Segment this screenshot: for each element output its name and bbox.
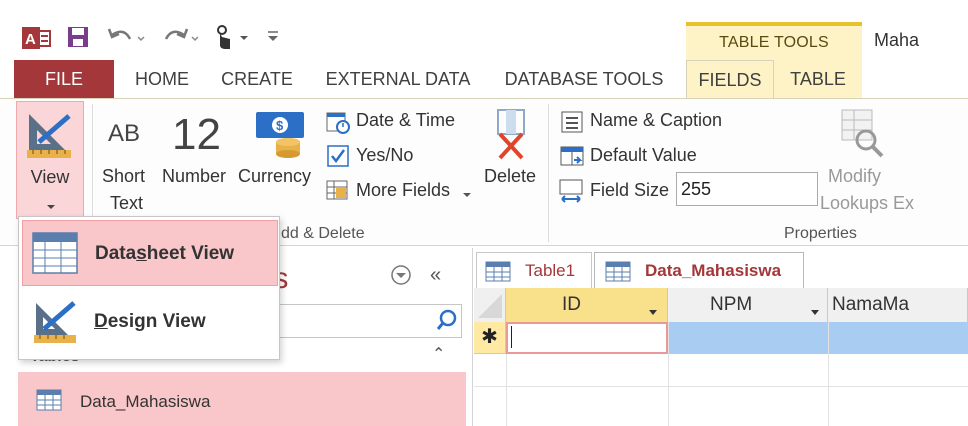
more-fields-icon <box>326 178 350 207</box>
currency-button[interactable]: Currency <box>238 166 311 187</box>
tab-data-mahasiswa[interactable]: Data_Mahasiswa <box>594 252 804 288</box>
access-logo-icon: A <box>22 25 52 56</box>
short-text-label-1[interactable]: Short <box>102 166 145 187</box>
ribbon-separator <box>548 104 549 242</box>
select-all-corner[interactable] <box>474 288 506 322</box>
more-fields-button[interactable]: More Fields <box>356 180 450 201</box>
tab-database-tools[interactable]: DATABASE TOOLS <box>494 60 674 98</box>
modify-lookups-label-1[interactable]: Modify <box>828 166 881 187</box>
collapse-group-icon[interactable]: ⌃ <box>432 344 445 364</box>
menu-accelerator-key: s <box>136 243 147 264</box>
menu-item-label: Datasheet View <box>95 243 234 265</box>
view-button[interactable]: View <box>16 101 84 219</box>
default-value-icon <box>560 144 586 175</box>
date-time-button[interactable]: Date & Time <box>356 110 455 131</box>
delete-icon <box>494 108 534 167</box>
menu-accelerator-key: D <box>94 311 108 332</box>
tab-create[interactable]: CREATE <box>214 60 300 98</box>
number-button[interactable]: Number <box>162 166 226 187</box>
tab-table[interactable]: TABLE <box>774 60 862 98</box>
field-size-icon <box>558 178 586 209</box>
tab-file[interactable]: FILE <box>14 60 114 98</box>
context-group-label: TABLE TOOLS <box>719 34 829 51</box>
name-caption-button[interactable]: Name & Caption <box>590 110 722 131</box>
view-dropdown-menu: Datasheet View Design View <box>18 216 280 360</box>
group-label-add-delete: dd & Delete <box>281 225 365 242</box>
yes-no-button[interactable]: Yes/No <box>356 145 413 166</box>
default-value-button[interactable]: Default Value <box>590 145 697 166</box>
redo-icon[interactable] <box>160 25 200 54</box>
modify-lookups-label-2[interactable]: Lookups Ex <box>820 193 914 214</box>
column-header-id[interactable]: ID <box>506 288 668 322</box>
table-icon <box>485 261 511 288</box>
undo-icon[interactable] <box>106 25 146 54</box>
nav-search-input[interactable] <box>250 304 462 338</box>
field-size-label: Field Size <box>590 180 670 200</box>
currency-icon: $ <box>254 108 308 165</box>
grid-line <box>506 354 507 426</box>
save-icon[interactable] <box>66 25 90 54</box>
chevron-down-icon <box>462 186 472 204</box>
svg-text:A: A <box>25 31 36 48</box>
text-cursor <box>511 326 512 348</box>
name-caption-icon <box>560 110 584 139</box>
window-title: Maha <box>874 30 920 50</box>
chevron-down-icon[interactable] <box>810 301 820 323</box>
chevron-down-icon[interactable] <box>648 301 658 323</box>
tab-external-data[interactable]: EXTERNAL DATA <box>314 60 482 98</box>
nav-options-icon[interactable] <box>390 264 412 291</box>
delete-button[interactable]: Delete <box>484 166 536 187</box>
menu-item-design-view[interactable]: Design View <box>22 289 278 355</box>
table-tools-context-header: TABLE TOOLS <box>686 22 862 60</box>
search-icon[interactable] <box>436 308 460 337</box>
tab-fields[interactable]: FIELDS <box>686 60 774 98</box>
date-time-icon <box>326 110 350 139</box>
id-cell-input[interactable] <box>506 322 668 354</box>
design-view-icon <box>25 110 75 165</box>
new-record-selector[interactable]: ✱ <box>474 322 506 354</box>
nav-item-label: Data_Mahasiswa <box>80 392 211 411</box>
column-header-label: ID <box>562 294 581 315</box>
grid-line <box>474 386 968 387</box>
table-icon <box>36 388 62 417</box>
modify-lookups-icon <box>836 108 886 165</box>
menu-label-part: Data <box>95 243 137 264</box>
checkbox-icon <box>326 144 350 173</box>
table-icon <box>605 261 631 288</box>
touch-mode-icon[interactable] <box>212 25 252 56</box>
short-text-label-2[interactable]: Text <box>110 193 143 214</box>
view-button-label: View <box>30 167 70 187</box>
grid-line <box>668 322 669 426</box>
collapse-pane-icon[interactable]: « <box>430 264 441 287</box>
svg-text:$: $ <box>276 118 284 133</box>
tab-table1[interactable]: Table1 <box>476 252 592 288</box>
menu-label-part: esign View <box>107 311 206 332</box>
menu-item-label: Design View <box>94 311 206 333</box>
menu-item-datasheet-view[interactable]: Datasheet View <box>22 220 278 286</box>
short-text-icon: AB <box>108 120 141 147</box>
menu-label-part: heet View <box>146 243 235 264</box>
column-header-label: NamaMa <box>832 294 910 315</box>
chevron-down-icon <box>46 198 56 216</box>
design-view-icon <box>32 299 80 350</box>
column-header-namamahasiswa[interactable]: NamaMa <box>828 288 968 322</box>
datasheet-view-icon <box>31 231 79 280</box>
number-icon: 12 <box>172 110 221 159</box>
field-size-input[interactable] <box>676 172 818 206</box>
doctab-label: Data_Mahasiswa <box>645 261 782 280</box>
customize-qat-icon[interactable] <box>266 25 280 50</box>
column-header-label: NPM <box>710 294 753 315</box>
tab-home[interactable]: HOME <box>126 60 198 98</box>
grid-line <box>828 322 829 426</box>
column-header-npm[interactable]: NPM <box>668 288 828 322</box>
group-label-properties: Properties <box>784 225 857 242</box>
doctab-label: Table1 <box>525 261 576 280</box>
